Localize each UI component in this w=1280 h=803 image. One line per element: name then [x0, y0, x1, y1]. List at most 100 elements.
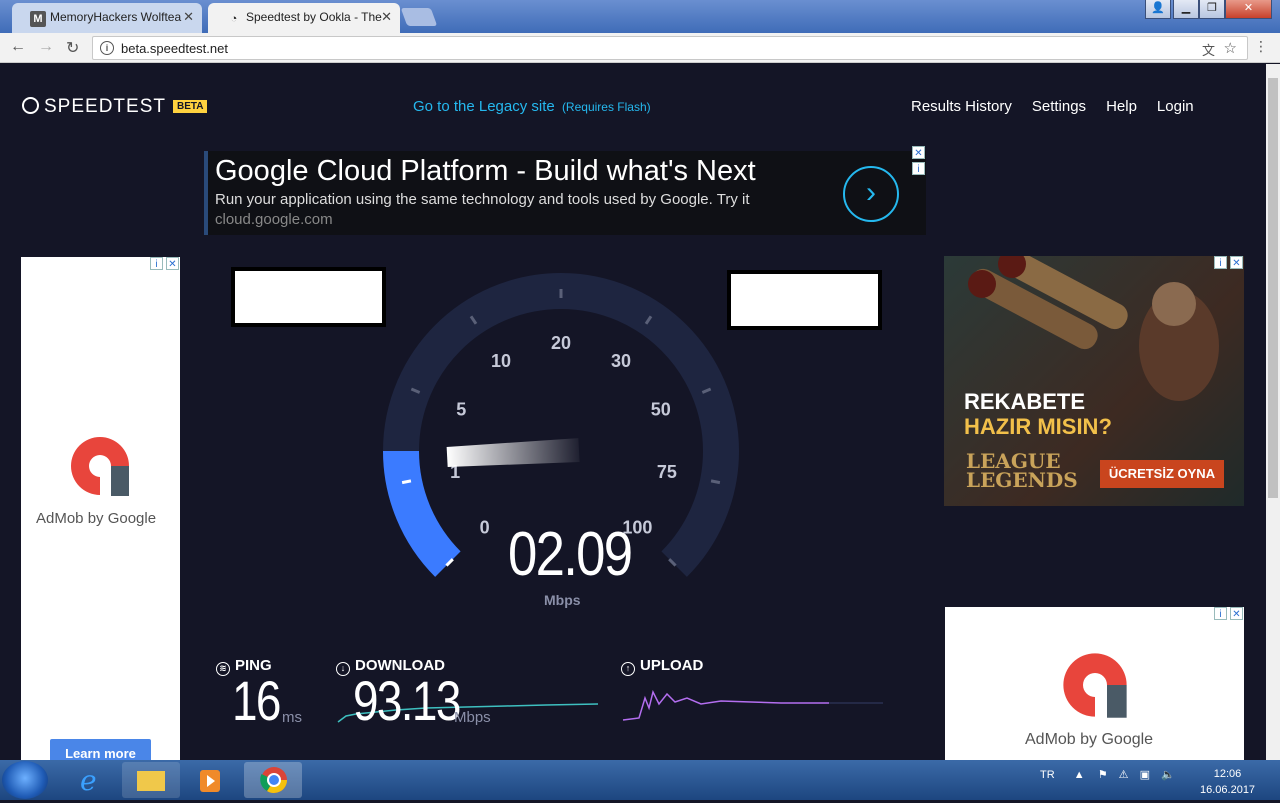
ping-icon: ≋ [216, 662, 230, 676]
ad-info-icon[interactable]: i [1214, 607, 1227, 620]
action-center-icon[interactable]: ⚑ [1098, 769, 1108, 781]
menu-icon[interactable]: ⋮ [1254, 38, 1268, 55]
admob-logo-icon [71, 437, 129, 496]
file-explorer-icon[interactable] [122, 762, 180, 798]
gauge-tick-label: 10 [491, 351, 511, 371]
learn-more-button[interactable]: Learn more [50, 739, 151, 760]
tab-memoryhackers[interactable]: M MemoryHackers Wolftea ✕ [12, 3, 202, 33]
back-icon[interactable]: ← [10, 38, 26, 56]
page-scrollbar[interactable] [1266, 64, 1280, 760]
tab-speedtest[interactable]: ◔ Speedtest by Ookla - The ✕ [208, 3, 400, 33]
site-info-icon[interactable]: i [100, 41, 114, 55]
google-cloud-ad[interactable]: Google Cloud Platform - Build what's Nex… [204, 151, 926, 235]
admob-ad-left[interactable]: AdMob by Google [21, 257, 180, 760]
top-nav: Results History Settings Help Login [911, 98, 1194, 115]
ad-info-icon[interactable]: i [912, 162, 925, 175]
ping-unit: ms [282, 709, 302, 726]
forward-icon[interactable]: → [38, 38, 54, 56]
clock[interactable]: 12:06 16.06.2017 [1200, 766, 1255, 798]
address-bar-row: ← → ↻ i beta.speedtest.net 文 ☆ ⋮ [0, 33, 1280, 63]
nav-settings[interactable]: Settings [1032, 98, 1086, 115]
speedometer-icon [22, 97, 39, 114]
legacy-link-text: Go to the Legacy site [413, 98, 555, 115]
ad-domain: cloud.google.com [215, 211, 333, 228]
upload-graph [622, 689, 883, 721]
play-free-button[interactable]: ÜCRETSİZ OYNA [1100, 460, 1224, 488]
language-indicator[interactable]: TR [1040, 769, 1055, 781]
gauge-tick-label: 0 [480, 517, 490, 537]
ad-accent-bar [204, 151, 208, 235]
ad-subline: Run your application using the same tech… [215, 191, 750, 208]
network-icon[interactable]: ▣ [1140, 769, 1150, 781]
beta-badge: BETA [173, 100, 208, 113]
ping-value: 16 [232, 669, 281, 732]
gauge-needle [446, 438, 580, 467]
legacy-note: (Requires Flash) [561, 100, 651, 114]
ad-line1: REKABETE [964, 389, 1086, 414]
upload-label: ↑ UPLOAD [621, 657, 703, 676]
tab-title: MemoryHackers Wolftea [50, 10, 182, 24]
chevron-right-icon[interactable]: › [843, 166, 899, 222]
speed-unit: Mbps [544, 592, 581, 608]
lol-logo: LEAGUE LEGENDS [966, 449, 1078, 492]
gauge-progress [383, 450, 461, 577]
ad-close-icon[interactable]: ✕ [166, 257, 179, 270]
speedtest-favicon-icon: ◔ [230, 13, 238, 25]
ad-info-icon[interactable]: i [150, 257, 163, 270]
bookmark-star-icon[interactable]: ☆ [1224, 39, 1237, 57]
gauge-tick-label: 30 [611, 351, 631, 371]
tray-expand-icon[interactable]: ▲ [1074, 769, 1085, 781]
url-text: beta.speedtest.net [121, 41, 228, 56]
close-window-icon[interactable]: ✕ [1225, 0, 1272, 19]
download-value: 93.13 [353, 669, 461, 732]
chrome-icon[interactable] [244, 762, 302, 798]
reload-icon[interactable]: ↻ [66, 38, 79, 58]
legacy-site-link[interactable]: Go to the Legacy site (Requires Flash) [413, 98, 651, 115]
gauge-tick-label: 50 [651, 400, 671, 420]
ad-headline[interactable]: Google Cloud Platform - Build what's Nex… [215, 155, 756, 188]
volume-icon[interactable]: 🔈 [1161, 769, 1175, 781]
gauge-tick-label: 75 [657, 462, 677, 482]
admob-brand: AdMob by Google [1025, 731, 1154, 748]
windows-taskbar: e TR ▲ ⚑ ⚠ ▣ 🔈 12:06 16.06.2017 [0, 760, 1280, 800]
url-input[interactable]: i beta.speedtest.net 文 ☆ [92, 36, 1248, 60]
system-tray: TR ▲ ⚑ ⚠ ▣ 🔈 [1040, 768, 1175, 781]
close-tab-icon[interactable]: ✕ [183, 9, 194, 25]
internet-explorer-icon[interactable]: e [62, 762, 120, 798]
browser-tab-bar: M MemoryHackers Wolftea ✕ ◔ Speedtest by… [0, 0, 1280, 33]
download-unit: Mbps [454, 709, 491, 726]
ad-close-icon[interactable]: ✕ [1230, 607, 1243, 620]
upload-arrow-icon: ↑ [621, 662, 635, 676]
ad-line2: HAZIR MISIN? [964, 414, 1112, 439]
nav-results-history[interactable]: Results History [911, 98, 1012, 115]
memoryhackers-favicon-icon: M [30, 11, 46, 27]
gauge-tick [710, 479, 721, 485]
minimize-icon[interactable]: ▁ [1173, 0, 1199, 19]
gauge-tick-label: 5 [456, 400, 466, 420]
close-tab-icon[interactable]: ✕ [381, 9, 392, 25]
logo-text: SPEEDTEST [44, 96, 166, 117]
start-button[interactable] [2, 761, 48, 799]
league-of-legends-ad[interactable]: REKABETE HAZIR MISIN? LEAGUE LEGENDS ÜCRE… [944, 256, 1244, 506]
gauge-tick [401, 479, 412, 485]
security-icon[interactable]: ⚠ [1119, 769, 1129, 781]
speedtest-page: SPEEDTEST BETA Go to the Legacy site (Re… [0, 64, 1266, 760]
media-player-icon[interactable] [182, 762, 240, 798]
download-arrow-icon: ↓ [336, 662, 350, 676]
tab-title: Speedtest by Ookla - The [246, 10, 382, 24]
gauge-tick-label: 20 [551, 333, 571, 353]
svg-text:e: e [80, 764, 97, 797]
admob-brand: AdMob by Google [36, 510, 157, 527]
new-tab-button[interactable] [400, 8, 438, 26]
restore-icon[interactable]: ❐ [1199, 0, 1225, 19]
ad-close-icon[interactable]: ✕ [1230, 256, 1243, 269]
scrollbar-thumb[interactable] [1268, 78, 1278, 498]
speedtest-logo[interactable]: SPEEDTEST [22, 96, 166, 118]
ad-close-icon[interactable]: ✕ [912, 146, 925, 159]
ad-info-icon[interactable]: i [1214, 256, 1227, 269]
admob-ad-right[interactable]: AdMob by Google [945, 607, 1244, 760]
nav-login[interactable]: Login [1157, 98, 1194, 115]
translate-icon[interactable]: 文 [1202, 40, 1215, 59]
nav-help[interactable]: Help [1106, 98, 1137, 115]
user-icon[interactable]: 👤 [1145, 0, 1171, 19]
